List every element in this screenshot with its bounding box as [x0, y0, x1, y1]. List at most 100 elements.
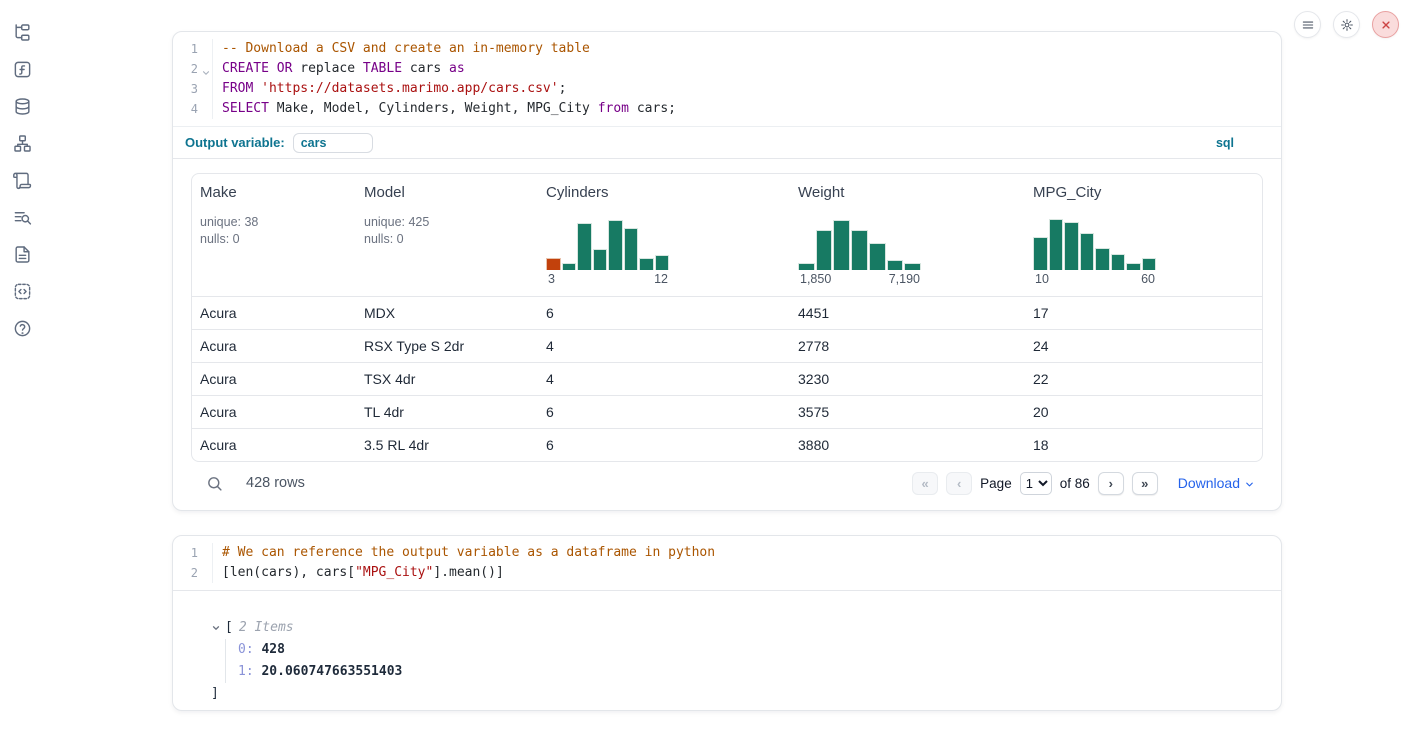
- data-table: Makeunique: 38nulls: 0 Model unique: 425nu…: [191, 173, 1263, 462]
- tree-root-line: [ 2 Items: [211, 617, 1263, 639]
- collapse-chevron-icon[interactable]: [211, 623, 221, 633]
- table-cell: RSX Type S 2dr: [356, 338, 538, 354]
- table-row: AcuraTL 4dr6357520: [192, 395, 1262, 428]
- code-line: -- Download a CSV and create an in-memor…: [222, 39, 1281, 59]
- panel-dependencies[interactable]: [12, 133, 32, 153]
- topbar: [1294, 11, 1399, 38]
- language-badge[interactable]: sql: [1216, 136, 1234, 150]
- panel-snippets[interactable]: [12, 281, 32, 301]
- item-index: 0: [238, 642, 246, 657]
- help-circle-icon: [13, 319, 32, 338]
- code-line: # We can reference the output variable a…: [222, 543, 1281, 563]
- axis-max-label: 60: [1141, 272, 1155, 286]
- axis-min-label: 1,850: [800, 272, 831, 286]
- histogram-bars: [798, 217, 922, 270]
- search-list-icon: [13, 208, 32, 227]
- chevron-down-icon: [1244, 479, 1255, 490]
- null-count: nulls: 0: [200, 231, 348, 248]
- histogram-bars: [546, 217, 670, 270]
- tree-item: 0: 428: [238, 639, 1263, 661]
- table-cell: 3.5 RL 4dr: [356, 437, 538, 453]
- code-token: TABLE: [363, 61, 402, 76]
- tree-close-line: ]: [211, 683, 1263, 705]
- panel-logs[interactable]: [12, 207, 32, 227]
- tree-item: 1: 20.060747663551403: [238, 661, 1263, 683]
- histogram-bar: [798, 263, 815, 270]
- code-token: [253, 81, 261, 96]
- table-cell: 6: [538, 437, 790, 453]
- first-page-button[interactable]: «: [912, 472, 938, 495]
- sql-output-area: Makeunique: 38nulls: 0 Model unique: 425nu…: [173, 158, 1281, 511]
- histogram-bar: [639, 258, 654, 270]
- table-row: AcuraTSX 4dr4323022: [192, 362, 1262, 395]
- column-header-weight[interactable]: Weight1,8507,190: [790, 174, 1025, 296]
- column-header-cylinders[interactable]: Cylinders 312: [538, 174, 790, 296]
- column-label: Model: [364, 184, 530, 201]
- search-icon[interactable]: [206, 475, 223, 492]
- table-cell: Acura: [192, 371, 356, 387]
- column-histogram: 312: [546, 217, 670, 286]
- table-footer: 428 rows « ‹ Page 1 of 86 › » Download: [191, 462, 1263, 504]
- line-number: 2: [173, 59, 212, 79]
- axis-min-label: 10: [1035, 272, 1049, 286]
- fold-chevron-icon[interactable]: [201, 64, 211, 74]
- sql-code-editor[interactable]: 1234 -- Download a CSV and create an in-…: [173, 32, 1281, 126]
- panel-file-explorer[interactable]: [12, 22, 32, 42]
- code-token: [269, 61, 277, 76]
- settings-button[interactable]: [1333, 11, 1360, 38]
- table-cell: 2778: [790, 338, 1025, 354]
- code-line: [len(cars), cars["MPG_City"].mean()]: [222, 563, 1281, 583]
- dependency-graph-icon: [13, 134, 32, 153]
- function-square-icon: [13, 60, 32, 79]
- column-header-make[interactable]: Makeunique: 38nulls: 0: [192, 174, 356, 296]
- code-token: SELECT: [222, 101, 269, 116]
- last-page-button[interactable]: »: [1132, 472, 1158, 495]
- axis-max-label: 7,190: [889, 272, 920, 286]
- output-variable-label: Output variable:: [185, 135, 285, 150]
- line-number: 1: [173, 543, 212, 563]
- table-cell: 22: [1025, 371, 1263, 387]
- panel-documentation[interactable]: [12, 244, 32, 264]
- python-code-editor[interactable]: 12 # We can reference the output variabl…: [173, 536, 1281, 590]
- histogram-bars: [1033, 217, 1157, 270]
- output-variable-input[interactable]: [293, 133, 373, 153]
- table-cell: 3880: [790, 437, 1025, 453]
- download-button[interactable]: Download: [1178, 475, 1255, 491]
- column-stats: unique: 425nulls: 0: [364, 214, 530, 248]
- column-header-mpg_city[interactable]: MPG_City1060: [1025, 174, 1263, 296]
- code-line: SELECT Make, Model, Cylinders, Weight, M…: [222, 99, 1281, 119]
- code-token: CREATE: [222, 61, 269, 76]
- code-token: ;: [559, 81, 567, 96]
- code-token: from: [598, 101, 629, 116]
- code-snippet-icon: [13, 282, 32, 301]
- panel-variables[interactable]: [12, 59, 32, 79]
- panel-scratchpad[interactable]: [12, 170, 32, 190]
- item-index: 1: [238, 664, 246, 679]
- column-label: Make: [200, 184, 348, 201]
- code-token: cars;: [629, 101, 676, 116]
- table-cell: TL 4dr: [356, 404, 538, 420]
- code-token: FROM: [222, 81, 253, 96]
- prev-page-button[interactable]: ‹: [946, 472, 972, 495]
- python-output-area: [ 2 Items 0: 4281: 20.060747663551403 ]: [173, 590, 1281, 711]
- column-label: Cylinders: [546, 184, 782, 201]
- output-variable-row: Output variable: sql: [173, 126, 1281, 158]
- first-page-icon: «: [922, 476, 929, 491]
- next-page-button[interactable]: ›: [1098, 472, 1124, 495]
- panel-datasources[interactable]: [12, 96, 32, 116]
- table-cell: MDX: [356, 305, 538, 321]
- panel-help[interactable]: [12, 318, 32, 338]
- page-select[interactable]: 1: [1020, 472, 1052, 495]
- close-icon: [1379, 18, 1393, 32]
- item-colon: :: [246, 642, 262, 657]
- menu-button[interactable]: [1294, 11, 1321, 38]
- code-token: as: [449, 61, 465, 76]
- code-token: -- Download a CSV and create an in-memor…: [222, 41, 590, 56]
- close-bracket: ]: [211, 683, 219, 705]
- histogram-bar: [1080, 233, 1095, 270]
- shutdown-button[interactable]: [1372, 11, 1399, 38]
- column-header-model[interactable]: Model unique: 425nulls: 0: [356, 174, 538, 296]
- list-output-tree: [ 2 Items 0: 4281: 20.060747663551403 ]: [191, 605, 1263, 705]
- prev-page-icon: ‹: [957, 476, 961, 491]
- histogram-bar: [887, 260, 904, 270]
